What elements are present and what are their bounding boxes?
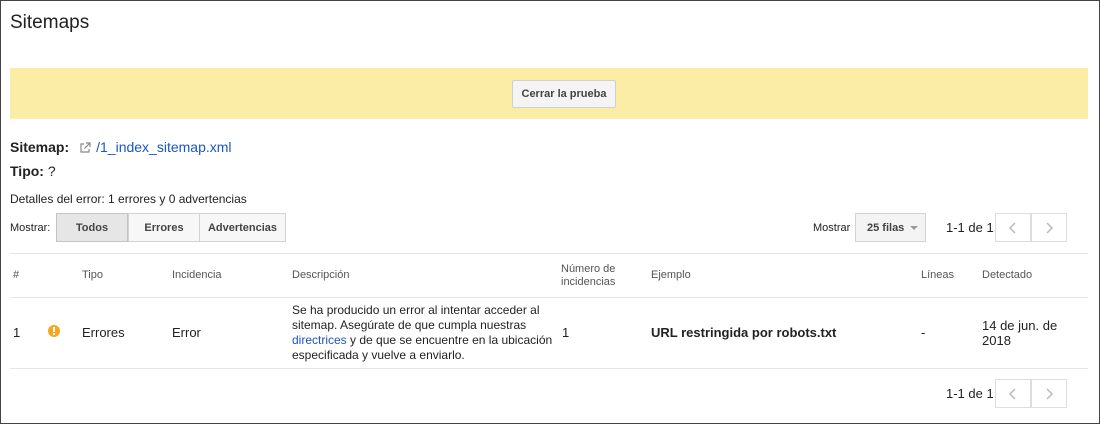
rows-per-page-select[interactable]: 25 filas [855,213,926,242]
header-count-line2: incidencias [561,276,616,288]
warning-icon [48,325,60,337]
external-link-icon[interactable] [79,141,91,153]
chevron-left-icon [1008,221,1016,234]
row-type: Errores [82,325,125,340]
close-test-button[interactable]: Cerrar la prueba [512,80,616,108]
error-details-summary: Detalles del error: 1 errores y 0 advert… [10,192,247,206]
row-example: URL restringida por robots.txt [651,325,837,340]
type-label: Tipo: [10,163,44,179]
pagination-range-bottom: 1-1 de 1 [946,386,994,401]
sitemap-label: Sitemap: [10,139,70,155]
chevron-right-icon [1046,221,1054,234]
prev-page-button-bottom[interactable] [995,379,1031,408]
header-divider [10,297,1088,298]
header-lines: Líneas [921,269,955,281]
filter-all-button[interactable]: Todos [56,213,128,242]
row-issue: Error [172,325,201,340]
table-top-divider [10,253,1088,254]
test-banner: Cerrar la prueba [10,68,1088,119]
page-title: Sitemaps [10,12,90,33]
row-num: 1 [13,325,21,340]
row-lines: - [921,325,926,340]
header-issue: Incidencia [172,269,222,281]
pagination-range-top: 1-1 de 1 [946,220,994,235]
header-detected: Detectado [982,269,1033,281]
row-detected: 14 de jun. de 2018 [982,318,1058,348]
type-info: Tipo: ? [10,163,56,179]
rows-per-page-value: 25 filas [867,221,905,234]
row-count: 1 [562,325,570,340]
type-value: ? [47,163,56,179]
window-frame: Sitemaps Cerrar la prueba Sitemap: /1_in… [0,0,1100,424]
row-description: Se ha producido un error al intentar acc… [292,303,562,363]
chevron-down-icon [910,225,919,230]
next-page-button-bottom[interactable] [1031,379,1067,408]
sitemap-info: Sitemap: /1_index_sitemap.xml [10,139,232,155]
sitemap-link[interactable]: /1_index_sitemap.xml [96,139,231,155]
next-page-button-top[interactable] [1031,213,1067,242]
header-type: Tipo [82,269,103,281]
prev-page-button-top[interactable] [995,213,1031,242]
chevron-right-icon [1046,387,1054,400]
header-example: Ejemplo [651,269,691,281]
header-description: Descripción [292,269,350,281]
table-bottom-divider [10,368,1088,369]
row-description-before: Se ha producido un error al intentar acc… [292,303,540,332]
header-count-line1: Número de [561,263,616,275]
filter-warnings-button[interactable]: Advertencias [199,213,286,242]
filter-errors-button[interactable]: Errores [128,213,200,242]
rows-label: Mostrar [813,222,851,234]
chevron-left-icon [1008,387,1016,400]
guidelines-link[interactable]: directrices [292,333,347,347]
filter-label: Mostrar: [10,222,51,234]
header-num: # [13,269,20,281]
